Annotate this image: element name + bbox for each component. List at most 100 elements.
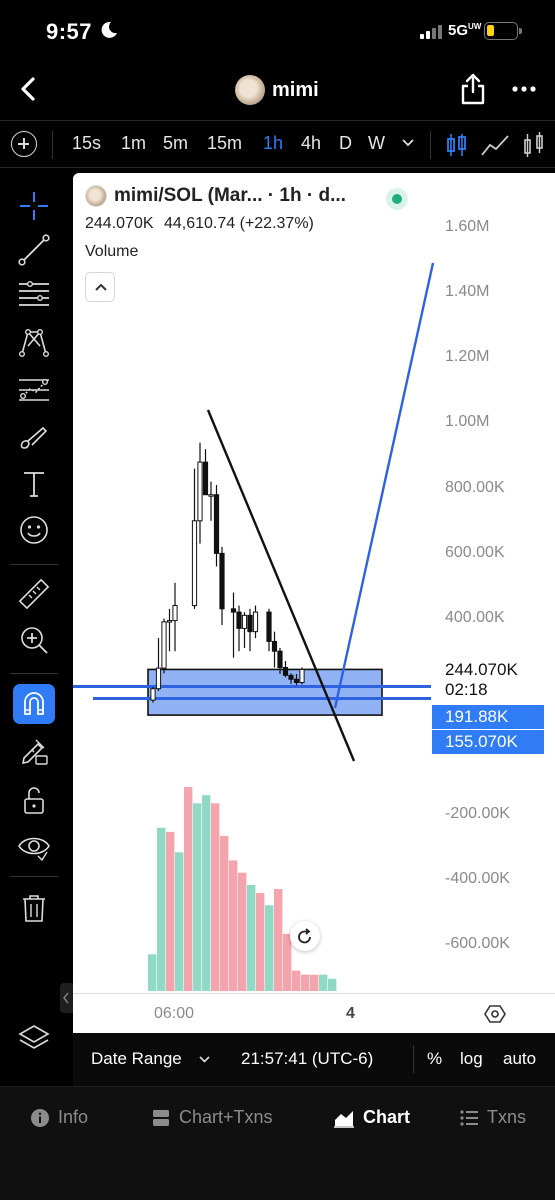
unlock-icon[interactable] xyxy=(16,782,52,818)
trash-icon[interactable] xyxy=(16,890,52,926)
auto-scale-toggle[interactable]: auto xyxy=(503,1049,536,1069)
signal-bars-icon xyxy=(420,25,442,39)
candle-down xyxy=(288,674,294,680)
status-time: 9:57 xyxy=(46,19,93,44)
nav-chart-label: Chart xyxy=(363,1107,411,1127)
magnet-icon[interactable] xyxy=(16,686,52,722)
trend-line-blue xyxy=(333,262,435,709)
line-price-tag: 155.070K xyxy=(432,730,544,754)
timeframe-1m[interactable]: 1m xyxy=(121,133,146,154)
volume-bar xyxy=(193,803,202,991)
prediction-icon[interactable] xyxy=(16,372,52,408)
y-axis-label: 800.00K xyxy=(445,479,505,496)
refresh-icon xyxy=(298,928,311,944)
horizontal-lines-icon[interactable] xyxy=(16,276,52,312)
log-scale-toggle[interactable]: log xyxy=(460,1049,483,1069)
back-icon[interactable] xyxy=(14,74,44,104)
volume-bar xyxy=(247,884,256,991)
chart-txns-icon xyxy=(153,1109,169,1126)
volume-bar xyxy=(310,974,319,991)
chart-panel[interactable]: mimi/SOL (Mar... · 1h · d... 244.070K 44… xyxy=(73,173,555,1086)
layers-icon[interactable] xyxy=(16,1020,52,1056)
divider xyxy=(10,876,58,877)
nav-info-label: Info xyxy=(58,1107,89,1127)
timeframe-5m[interactable]: 5m xyxy=(163,133,188,154)
crosshair-icon[interactable] xyxy=(16,188,52,224)
candle-up xyxy=(166,620,173,623)
volume-legend[interactable]: Volume xyxy=(85,243,138,261)
candle-up xyxy=(155,667,162,690)
nav-txns[interactable]: Txns xyxy=(459,1107,526,1128)
line-chart-icon[interactable] xyxy=(480,133,510,157)
candle-countdown: 02:18 xyxy=(445,680,488,699)
bottom-navigation: Info Chart+Txns Chart Txns xyxy=(0,1086,555,1200)
chevron-down-icon[interactable] xyxy=(402,139,414,147)
timeframe-15m[interactable]: 15m xyxy=(207,133,242,154)
timeframe-d[interactable]: D xyxy=(339,133,352,154)
share-icon[interactable] xyxy=(460,72,486,106)
stay-in-drawing-icon[interactable] xyxy=(16,732,52,768)
pattern-icon[interactable] xyxy=(16,324,52,360)
divider xyxy=(10,673,58,674)
candle-up xyxy=(241,614,248,629)
volume-bar xyxy=(220,835,229,991)
live-status-dot xyxy=(386,188,408,210)
candlestick-icon[interactable] xyxy=(446,132,468,158)
y-axis-label: 1.40M xyxy=(445,283,490,300)
line-price-tag: 191.88K xyxy=(432,705,544,729)
collapse-toolbar-tab[interactable] xyxy=(60,983,73,1013)
timeframe-1h[interactable]: 1h xyxy=(263,133,283,154)
area-chart-icon xyxy=(334,1110,354,1128)
volume-bar xyxy=(265,905,274,991)
nav-chart-txns[interactable]: Chart+Txns xyxy=(151,1107,273,1128)
divider xyxy=(52,131,53,159)
divider xyxy=(10,564,58,565)
more-icon[interactable] xyxy=(511,79,537,99)
legend-price: 244.070K xyxy=(85,215,154,232)
legend-change-pct: (+22.37%) xyxy=(239,215,314,232)
brush-icon[interactable] xyxy=(16,420,52,456)
y-axis-label: 1.60M xyxy=(445,218,490,235)
volume-bar xyxy=(238,872,247,991)
zoom-in-icon[interactable] xyxy=(16,622,52,658)
y-axis-label: 1.20M xyxy=(445,348,490,365)
ohlc-legend: 244.070K 44,610.74 (+22.37%) xyxy=(85,215,314,233)
date-range-button[interactable]: Date Range xyxy=(91,1049,182,1069)
timeframe-4h[interactable]: 4h xyxy=(301,133,321,154)
x-axis-label: 06:00 xyxy=(154,1005,195,1022)
candle-up xyxy=(172,605,178,622)
emoji-icon[interactable] xyxy=(16,512,52,548)
trend-line-icon[interactable] xyxy=(16,232,52,268)
eye-icon[interactable] xyxy=(16,828,52,864)
volume-bar xyxy=(166,831,175,991)
bar-chart-icon[interactable] xyxy=(522,131,546,159)
ruler-icon[interactable] xyxy=(16,576,52,612)
chevron-down-icon[interactable] xyxy=(199,1056,210,1063)
nav-chart[interactable]: Chart xyxy=(333,1107,410,1128)
y-axis-label: 400.00K xyxy=(445,609,505,626)
chart-clock[interactable]: 21:57:41 (UTC-6) xyxy=(241,1049,373,1069)
x-axis-label: 4 xyxy=(346,1005,355,1022)
volume-bar xyxy=(283,933,292,991)
collapse-legend-button[interactable] xyxy=(85,272,115,302)
volume-bar xyxy=(175,852,184,991)
percent-scale-toggle[interactable]: % xyxy=(427,1049,442,1069)
candle-up xyxy=(150,688,156,701)
candle-down xyxy=(277,650,283,669)
legend-change: 44,610.74 xyxy=(163,215,236,232)
chart-settings-icon[interactable] xyxy=(484,1003,506,1025)
text-icon[interactable] xyxy=(16,466,52,502)
volume-bar xyxy=(301,974,310,991)
volume-bar xyxy=(148,954,157,991)
moon-icon xyxy=(101,21,117,38)
nav-info[interactable]: Info xyxy=(30,1107,88,1128)
y-axis-label: -200.00K xyxy=(445,805,510,822)
timeframe-w[interactable]: W xyxy=(368,133,385,154)
y-axis-label: 600.00K xyxy=(445,544,505,561)
candle-up xyxy=(299,668,305,683)
divider xyxy=(413,1045,414,1073)
add-indicator-icon[interactable] xyxy=(11,131,37,157)
timeframe-15s[interactable]: 15s xyxy=(72,133,101,154)
reset-chart-button[interactable] xyxy=(290,921,320,951)
symbol-legend[interactable]: mimi/SOL (Mar... · 1h · d... xyxy=(85,185,346,207)
